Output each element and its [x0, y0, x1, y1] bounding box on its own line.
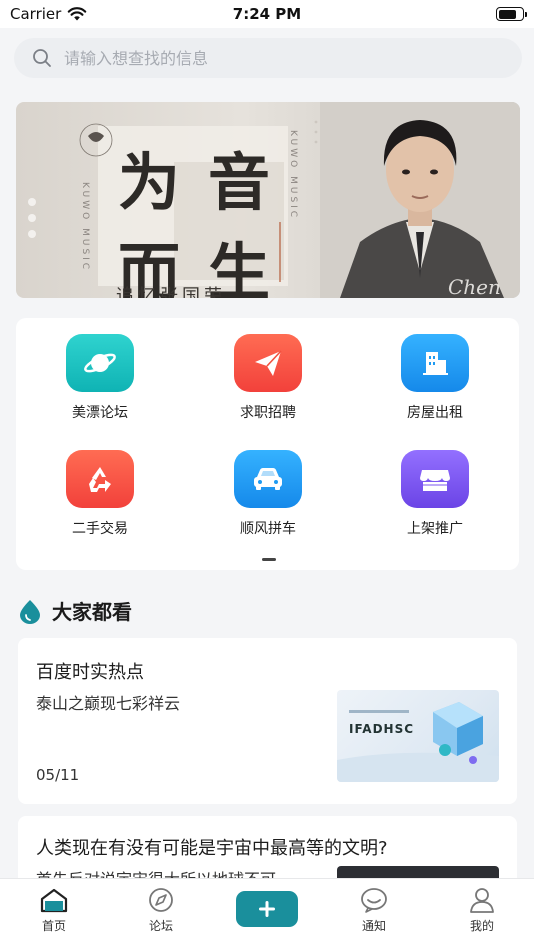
grid-page-indicator [262, 558, 276, 561]
car-icon [234, 450, 302, 508]
planet-icon [66, 334, 134, 392]
tab-forum[interactable]: 论坛 [121, 887, 201, 934]
banner-brand-vertical-left: KUWO MUSIC [80, 182, 90, 273]
svg-text:Chen: Chen [448, 275, 501, 298]
service-carpool[interactable]: 顺风拼车 [208, 450, 328, 538]
thumbnail-art [337, 702, 499, 782]
section-title: 大家都看 [52, 600, 132, 624]
store-icon [401, 450, 469, 508]
tab-label: 我的 [469, 919, 494, 933]
service-label: 顺风拼车 [240, 521, 296, 537]
service-forum[interactable]: 美漂论坛 [40, 334, 160, 422]
tab-bar: 首页 论坛 通知 我的 [0, 878, 534, 950]
service-jobs[interactable]: 求职招聘 [208, 334, 328, 422]
banner-subtitle: 追忆张国荣 [116, 286, 226, 298]
service-secondhand[interactable]: 二手交易 [40, 450, 160, 538]
feed-card-thumbnail: IFADHSC [337, 690, 499, 782]
wifi-icon [68, 6, 87, 20]
battery-icon [496, 7, 527, 21]
status-left: Carrier [10, 5, 87, 23]
status-bar: Carrier 7:24 PM [0, 0, 534, 28]
service-label: 求职招聘 [240, 405, 296, 421]
compass-icon [149, 888, 173, 912]
tab-post-button[interactable] [236, 891, 298, 927]
building-icon [401, 334, 469, 392]
thumbnail-text: IFADHSC [349, 722, 415, 736]
tab-profile[interactable]: 我的 [442, 887, 522, 934]
feed-card[interactable]: 人类现在有没有可能是宇宙中最高等的文明? 首先反对说宇宙很大所以地球不可 [18, 816, 517, 886]
tab-notifications[interactable]: 通知 [334, 887, 414, 934]
service-label: 房屋出租 [407, 405, 463, 421]
chat-icon [361, 888, 387, 913]
banner-brand-vertical-right: KUWO MUSIC [288, 130, 298, 221]
promo-banner[interactable]: 为 音 而 生 KUWO MUSIC KUWO MUSIC 追忆张国荣 Chen [16, 102, 520, 298]
drop-icon [20, 599, 40, 624]
user-icon [470, 888, 494, 913]
banner-page-dots [28, 198, 36, 238]
feed-card-desc: 泰山之巅现七彩祥云 [36, 694, 181, 713]
service-grid: 美漂论坛 求职招聘 房屋出租 二手交易 顺风拼车 上架推广 [16, 318, 519, 570]
tab-label: 通知 [361, 919, 386, 933]
tab-label: 论坛 [148, 919, 173, 933]
search-icon [33, 49, 51, 67]
service-rental[interactable]: 房屋出租 [375, 334, 495, 422]
search-bar[interactable] [14, 38, 522, 78]
carrier-label: Carrier [10, 5, 62, 23]
banner-title-char: 为 [117, 146, 180, 219]
service-label: 二手交易 [72, 521, 128, 537]
section-header: 大家都看 [18, 596, 132, 625]
plus-icon [259, 901, 275, 917]
portrait-image: Chen [320, 102, 520, 298]
feed-card-title: 人类现在有没有可能是宇宙中最高等的文明? [36, 838, 388, 859]
service-label: 上架推广 [407, 521, 463, 537]
feed-card[interactable]: 百度时实热点 泰山之巅现七彩祥云 05/11 IFADHSC [18, 638, 517, 804]
service-label: 美漂论坛 [72, 405, 128, 421]
paper-plane-icon [234, 334, 302, 392]
feed-card-title: 百度时实热点 [36, 662, 144, 683]
home-icon [40, 888, 68, 913]
tab-label: 首页 [41, 919, 66, 933]
search-input[interactable] [64, 48, 484, 68]
banner-title: 为 音 而 生 [104, 132, 284, 298]
feed-card-date: 05/11 [36, 766, 80, 784]
search-box[interactable] [14, 38, 522, 78]
service-promote[interactable]: 上架推广 [375, 450, 495, 538]
banner-title-char: 音 [207, 146, 270, 219]
recycle-icon [66, 450, 134, 508]
tab-home[interactable]: 首页 [14, 887, 94, 934]
